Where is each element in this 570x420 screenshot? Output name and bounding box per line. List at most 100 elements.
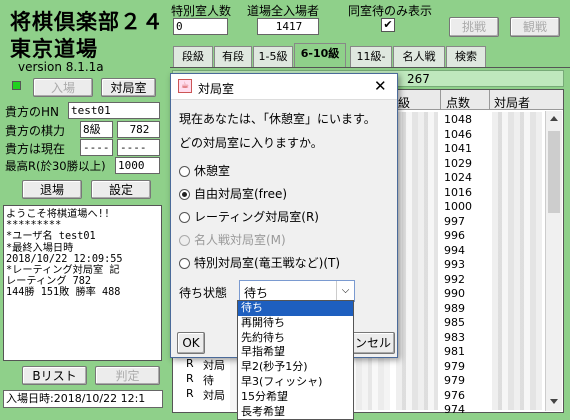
close-icon[interactable]: ✕ bbox=[374, 77, 387, 95]
observe-button[interactable]: 観戦 bbox=[510, 17, 560, 37]
scroll-up-icon[interactable] bbox=[550, 116, 558, 121]
row-state: 待 bbox=[203, 374, 214, 387]
radio-label: 名人戦対局室(M) bbox=[194, 233, 286, 247]
judge-button[interactable]: 判定 bbox=[95, 366, 160, 385]
enter-button[interactable]: 入場 bbox=[33, 78, 93, 97]
score-cell: 1046 bbox=[444, 127, 472, 141]
col-divider bbox=[440, 90, 441, 110]
dropdown-item[interactable]: 早指希望 bbox=[238, 345, 353, 360]
wait-status-value: 待ち bbox=[244, 286, 269, 300]
radio-label: 自由対局室(free) bbox=[194, 187, 288, 201]
dropdown-item[interactable]: 15分希望 bbox=[238, 390, 353, 405]
radio-icon bbox=[179, 235, 190, 246]
wait-status-dropdown[interactable]: 待ち 再開待ち 先約待ち 早指希望 早2(秒予1分) 早3(フィッシャ) 15分… bbox=[237, 300, 354, 420]
dropdown-item[interactable]: 先約待ち bbox=[238, 331, 353, 346]
rating-field: 782 bbox=[117, 121, 160, 138]
scroll-down-icon[interactable] bbox=[550, 399, 558, 404]
dropdown-item[interactable]: 早2(秒予1分) bbox=[238, 360, 353, 375]
version-label: version 8.1.1a bbox=[18, 60, 104, 74]
rank-label: 貴方の棋力 bbox=[5, 124, 66, 138]
dropdown-item[interactable]: 待ち bbox=[238, 301, 353, 316]
now-field-1: ---- bbox=[80, 139, 113, 156]
radio-option-special[interactable]: 特別対局室(竜王戦など)(T) bbox=[179, 254, 340, 271]
radio-option-meijin[interactable]: 名人戦対局室(M) bbox=[179, 231, 286, 248]
tab-dankyu[interactable]: 段級 bbox=[173, 46, 213, 68]
special-rooms-field: 0 bbox=[173, 18, 228, 35]
hn-label: 貴方のHN bbox=[5, 105, 60, 119]
wait-status-label: 待ち状態 bbox=[179, 286, 228, 300]
wait-status-select[interactable]: 待ち ⌵ bbox=[239, 280, 355, 302]
radio-label: レーティング対局室(R) bbox=[194, 210, 319, 224]
hn-field: test01 bbox=[68, 102, 160, 119]
tab-divider bbox=[170, 67, 570, 68]
max-rating-label: 最高R(於30勝以上) bbox=[5, 159, 106, 173]
score-cell: 1048 bbox=[444, 113, 472, 126]
tab-meijinsen[interactable]: 名人戦 bbox=[393, 46, 445, 68]
blurred-opponents bbox=[492, 112, 542, 410]
tab-1-5kyu[interactable]: 1-5級 bbox=[253, 46, 293, 68]
dropdown-item[interactable]: 長考希望 bbox=[238, 405, 353, 420]
chevron-down-icon: ⌵ bbox=[336, 281, 354, 301]
score-cell: 993 bbox=[444, 258, 465, 271]
blurred-names bbox=[396, 112, 438, 410]
radio-label: 休憩室 bbox=[194, 164, 231, 178]
col-dan-header: 級 bbox=[398, 96, 411, 110]
row-mark: R bbox=[186, 387, 194, 400]
challenge-button[interactable]: 挑戦 bbox=[449, 17, 499, 37]
app-title-1: 将棋倶楽部２４ bbox=[10, 10, 164, 34]
total-visitors-field: 1417 bbox=[257, 18, 319, 35]
status-indicator-icon bbox=[12, 81, 21, 90]
tab-11kyu[interactable]: 11級- bbox=[350, 46, 392, 68]
app-title-2: 東京道場 bbox=[10, 37, 98, 61]
room-button[interactable]: 対局室 bbox=[101, 78, 156, 97]
player-count: 267 bbox=[407, 72, 430, 86]
now-field-2: ---- bbox=[117, 139, 160, 156]
ok-button[interactable]: OK bbox=[177, 332, 205, 354]
log-line: *レーティング対局室 記 bbox=[6, 265, 120, 277]
score-cell: 992 bbox=[444, 272, 465, 286]
settings-button[interactable]: 設定 bbox=[91, 180, 151, 199]
blist-button[interactable]: Bリスト bbox=[22, 366, 87, 385]
same-room-label: 同室待のみ表示 bbox=[348, 4, 433, 18]
score-cell: 996 bbox=[444, 229, 465, 242]
col-divider bbox=[489, 90, 490, 110]
radio-option-rest[interactable]: 休憩室 bbox=[179, 162, 230, 179]
tab-yudan[interactable]: 有段 bbox=[214, 46, 252, 68]
radio-option-free[interactable]: 自由対局室(free) bbox=[179, 185, 287, 202]
java-icon: ☕ bbox=[178, 79, 192, 93]
message-log[interactable]: ようこそ将棋道場へ!! ********* *ユーザ名 test01 *最終入場… bbox=[3, 205, 162, 361]
dialog-message-1: 現在あなたは、「休憩室」にいます。 bbox=[179, 112, 376, 126]
score-cell: 990 bbox=[444, 287, 465, 300]
table-scrollbar[interactable] bbox=[545, 111, 562, 411]
score-cell: 1029 bbox=[444, 156, 472, 170]
radio-option-rating[interactable]: レーティング対局室(R) bbox=[179, 208, 319, 225]
score-cell: 979 bbox=[444, 359, 465, 373]
score-cell: 985 bbox=[444, 316, 465, 329]
dropdown-item[interactable]: 早3(フィッシャ) bbox=[238, 375, 353, 390]
log-line: 2018/10/22 12:09:55 bbox=[6, 253, 123, 265]
cancel-button[interactable]: ンセル bbox=[351, 332, 395, 354]
now-label: 貴方は現在 bbox=[5, 142, 66, 156]
tab-search[interactable]: 検索 bbox=[446, 46, 486, 68]
exit-button[interactable]: 退場 bbox=[22, 180, 82, 199]
radio-icon bbox=[179, 166, 190, 177]
same-room-checkbox[interactable]: ✔ bbox=[381, 18, 395, 32]
row-state: 対局 bbox=[203, 389, 225, 402]
dropdown-item[interactable]: 再開待ち bbox=[238, 316, 353, 331]
row-state: 対局 bbox=[203, 359, 225, 372]
checkmark-icon: ✔ bbox=[383, 18, 393, 31]
score-cell: 1000 bbox=[444, 200, 472, 213]
score-cell: 983 bbox=[444, 330, 465, 344]
scroll-thumb[interactable] bbox=[548, 131, 560, 213]
radio-checked-icon bbox=[179, 189, 190, 200]
total-visitors-label: 道場全入場者 bbox=[247, 4, 320, 18]
row-mark: R bbox=[186, 357, 194, 370]
dialog-message-2: どの対局室に入りますか。 bbox=[179, 136, 323, 150]
radio-icon bbox=[179, 258, 190, 269]
row-mark: R bbox=[186, 372, 194, 385]
score-cell: 1016 bbox=[444, 185, 472, 199]
dialog-titlebar[interactable]: ☕ 対局室 ✕ bbox=[171, 74, 397, 100]
tab-6-10kyu[interactable]: 6-10級 bbox=[294, 43, 346, 68]
score-cell: 994 bbox=[444, 243, 465, 257]
score-cell: 1041 bbox=[444, 142, 472, 155]
